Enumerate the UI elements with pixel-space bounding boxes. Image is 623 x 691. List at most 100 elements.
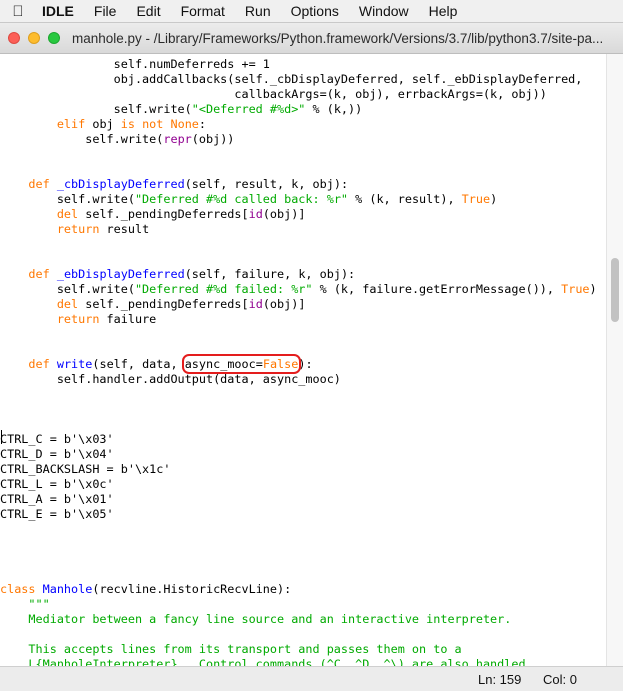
code-line[interactable]: def _cbDisplayDeferred(self, result, k, …: [0, 177, 597, 192]
code-line[interactable]: """: [0, 597, 597, 612]
menu-help[interactable]: Help: [419, 0, 468, 22]
code-line[interactable]: [0, 252, 597, 267]
code-line[interactable]: CTRL_C = b'\x03': [0, 432, 597, 447]
status-bar: Ln: 159 Col: 0: [0, 666, 623, 691]
code-text[interactable]: self.numDeferreds += 1 self.numDeferreds…: [0, 54, 597, 666]
code-token: CTRL_D = b'\x04': [0, 447, 114, 461]
menu-idle[interactable]: IDLE: [36, 0, 84, 22]
code-editor[interactable]: self.numDeferreds += 1 self.numDeferreds…: [0, 54, 606, 666]
code-token: is not: [120, 117, 164, 131]
code-token: % (k, result),: [348, 192, 462, 206]
code-line[interactable]: [0, 387, 597, 402]
column-number-status: Col: 0: [543, 672, 577, 687]
code-token: def: [28, 267, 50, 281]
code-line[interactable]: CTRL_E = b'\x05': [0, 507, 597, 522]
close-window-button[interactable]: [8, 32, 20, 44]
code-token: self._pendingDeferreds[: [78, 207, 249, 221]
code-token: self.write(: [0, 132, 164, 146]
window-title-bar[interactable]: manhole.py - /Library/Frameworks/Python.…: [0, 23, 623, 54]
code-line[interactable]: self.numDeferreds += 1: [0, 57, 597, 72]
code-line[interactable]: [0, 402, 597, 417]
code-token: (obj)]: [262, 207, 306, 221]
code-line[interactable]: self.write("Deferred #%d failed: %r" % (…: [0, 282, 597, 297]
code-token: def: [28, 177, 50, 191]
code-line[interactable]: del self._pendingDeferreds[id(obj)]: [0, 207, 597, 222]
vertical-scrollbar[interactable]: [606, 54, 623, 666]
code-line[interactable]: elif obj is not None:: [0, 117, 597, 132]
code-line[interactable]: CTRL_A = b'\x01': [0, 492, 597, 507]
menu-format[interactable]: Format: [171, 0, 235, 22]
code-line[interactable]: def _ebDisplayDeferred(self, failure, k,…: [0, 267, 597, 282]
line-number-status: Ln: 159: [478, 672, 522, 687]
apple-menu-icon[interactable]: : [0, 3, 36, 20]
code-token: ):: [298, 357, 313, 371]
code-token: (obj)): [191, 132, 235, 146]
code-token: :: [198, 117, 207, 131]
code-line[interactable]: callbackArgs=(k, obj), errbackArgs=(k, o…: [0, 87, 597, 102]
code-line[interactable]: self.write(repr(obj)): [0, 132, 597, 147]
code-line[interactable]: del self._pendingDeferreds[id(obj)]: [0, 297, 597, 312]
code-line[interactable]: class Manhole(recvline.HistoricRecvLine)…: [0, 582, 597, 597]
code-token: elif: [56, 117, 86, 131]
code-line[interactable]: [0, 237, 597, 252]
code-line[interactable]: [0, 522, 597, 537]
minimize-window-button[interactable]: [28, 32, 40, 44]
code-line[interactable]: CTRL_D = b'\x04': [0, 447, 597, 462]
menu-run[interactable]: Run: [235, 0, 281, 22]
code-line[interactable]: This accepts lines from its transport an…: [0, 642, 597, 657]
code-token: id: [248, 297, 263, 311]
code-token: self.numDeferreds += 1: [0, 57, 270, 71]
code-token: ): [589, 282, 597, 296]
code-line[interactable]: [0, 627, 597, 642]
code-line[interactable]: obj.addCallbacks(self._cbDisplayDeferred…: [0, 72, 597, 87]
code-token: % (k,)): [305, 102, 363, 116]
code-token: obj: [85, 117, 121, 131]
code-line[interactable]: [0, 552, 597, 567]
code-line[interactable]: [0, 147, 597, 162]
code-line[interactable]: CTRL_BACKSLASH = b'\x1c': [0, 462, 597, 477]
code-line[interactable]: CTRL_L = b'\x0c': [0, 477, 597, 492]
code-token: _ebDisplayDeferred: [56, 267, 185, 281]
code-token: (self, failure, k, obj):: [184, 267, 356, 281]
menu-window[interactable]: Window: [349, 0, 419, 22]
code-line[interactable]: Mediator between a fancy line source and…: [0, 612, 597, 627]
code-line[interactable]: def write(self, data, async_mooc=False):: [0, 354, 597, 374]
code-line[interactable]: return failure: [0, 312, 597, 327]
code-line[interactable]: L{ManholeInterpreter}. Control commands …: [0, 657, 597, 666]
code-token: Mediator between a fancy line source and…: [0, 612, 512, 626]
code-line[interactable]: [0, 417, 597, 432]
code-token: "Deferred #%d called back: %r": [134, 192, 349, 206]
code-line[interactable]: self.write("<Deferred #%d>" % (k,)): [0, 102, 597, 117]
menu-options[interactable]: Options: [281, 0, 349, 22]
code-line[interactable]: self.handler.addOutput(data, async_mooc): [0, 372, 597, 387]
code-line[interactable]: [0, 537, 597, 552]
code-line[interactable]: return result: [0, 222, 597, 237]
code-line[interactable]: [0, 342, 597, 357]
code-line[interactable]: [0, 162, 597, 177]
code-token: del: [56, 297, 79, 311]
menu-edit[interactable]: Edit: [126, 0, 170, 22]
code-token: None: [170, 117, 199, 131]
code-token: result: [99, 222, 150, 236]
code-token: failure: [99, 312, 157, 326]
code-token: return: [56, 222, 100, 236]
zoom-window-button[interactable]: [48, 32, 60, 44]
code-token: ): [490, 192, 498, 206]
code-token: callbackArgs=(k, obj), errbackArgs=(k, o…: [0, 87, 547, 101]
scrollbar-thumb[interactable]: [611, 258, 619, 322]
code-token: This accepts lines from its transport an…: [0, 642, 462, 656]
code-line[interactable]: [0, 327, 597, 342]
menu-file[interactable]: File: [84, 0, 127, 22]
code-token: (obj)]: [262, 297, 306, 311]
code-line[interactable]: [0, 567, 597, 582]
code-line[interactable]: self.write("Deferred #%d called back: %r…: [0, 192, 597, 207]
code-token: CTRL_A = b'\x01': [0, 492, 114, 506]
